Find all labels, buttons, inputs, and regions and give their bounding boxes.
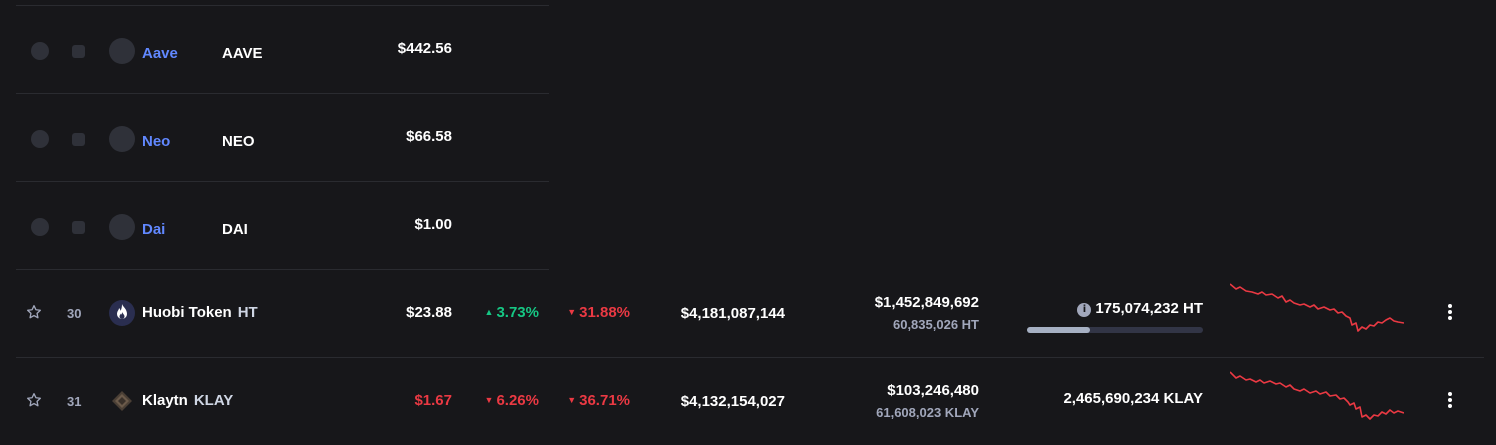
caret-up-icon: ▲ [484, 307, 494, 317]
info-icon[interactable]: i [1077, 303, 1092, 317]
rank-placeholder [72, 221, 85, 234]
rank-number: 30 [67, 306, 82, 321]
coin-name-link[interactable]: Dai [142, 221, 165, 238]
table-row[interactable]: 30 Huobi Token HT $23.88 ▲ 3.73% ▼ 31.88% $… [16, 269, 1484, 358]
table-row-loading[interactable]: Dai DAI $1.00 [16, 181, 549, 270]
caret-down-icon: ▼ [567, 395, 577, 405]
star-icon[interactable] [26, 392, 42, 408]
volume-usd[interactable]: $103,246,480 [779, 382, 979, 399]
coin-name-cell[interactable]: Huobi Token HT [142, 304, 258, 322]
coin-name-cell[interactable]: Klaytn KLAY [142, 392, 233, 410]
coin-symbol: HT [237, 304, 258, 321]
coin-name-link[interactable]: Klaytn [142, 392, 188, 409]
coin-symbol: DAI [222, 221, 248, 238]
coin-name-link[interactable]: Neo [142, 133, 170, 150]
market-cap: $4,181,087,144 [680, 305, 785, 322]
change-24h: ▲ 3.73% [459, 304, 539, 321]
volume-coin: 60,835,026 HT [892, 317, 979, 332]
coin-price: $442.56 [397, 40, 452, 57]
caret-down-icon: ▼ [484, 395, 494, 405]
star-icon[interactable] [26, 304, 42, 320]
coin-symbol: KLAY [193, 392, 234, 409]
coin-symbol: NEO [222, 133, 255, 150]
star-placeholder [31, 218, 49, 236]
more-options-icon[interactable] [1448, 390, 1454, 410]
star-placeholder [31, 130, 49, 148]
table-row-loading[interactable]: Neo NEO $66.58 [16, 93, 549, 182]
change-24h-value: 3.73% [496, 304, 539, 321]
star-placeholder [31, 42, 49, 60]
coin-price: $66.58 [406, 128, 452, 145]
coin-name-link[interactable]: Aave [142, 45, 178, 62]
market-cap: $4,132,154,027 [680, 393, 785, 410]
coin-price: $23.88 [406, 304, 452, 321]
coin-avatar-placeholder [109, 38, 135, 64]
price-sparkline-7d [1230, 371, 1404, 420]
table-row[interactable]: 31 Klaytn KLAY $1.67 ▼ 6.26% ▼ 36.71% $4,13… [16, 357, 1484, 445]
more-options-icon[interactable] [1448, 302, 1454, 322]
huobi-flame-icon [109, 300, 135, 326]
change-24h: ▼ 6.26% [459, 392, 539, 409]
volume-coin: 61,608,023 KLAY [876, 405, 979, 420]
coin-name-link[interactable]: Huobi Token [142, 304, 232, 321]
volume-usd[interactable]: $1,452,849,692 [779, 294, 979, 311]
change-24h-value: 6.26% [496, 392, 539, 409]
coin-symbol: AAVE [222, 45, 263, 62]
rank-number: 31 [67, 394, 82, 409]
circulating-supply: i 175,074,232 HT [1003, 300, 1203, 318]
rank-placeholder [72, 133, 85, 146]
coin-avatar-placeholder [109, 214, 135, 240]
klaytn-logo-icon [112, 391, 132, 411]
table-row-loading[interactable]: Aave AAVE $442.56 [16, 5, 549, 94]
coin-price: $1.67 [414, 392, 452, 409]
circulating-supply-value: 2,465,690,234 KLAY [1063, 390, 1203, 407]
rank-placeholder [72, 45, 85, 58]
coin-price: $1.00 [414, 216, 452, 233]
supply-progress-fill [1027, 327, 1091, 333]
supply-progress-bar [1027, 327, 1203, 333]
caret-down-icon: ▼ [567, 307, 577, 317]
coin-avatar-placeholder [109, 126, 135, 152]
price-sparkline-7d [1230, 283, 1404, 332]
circulating-supply-value: 175,074,232 HT [1095, 300, 1203, 317]
